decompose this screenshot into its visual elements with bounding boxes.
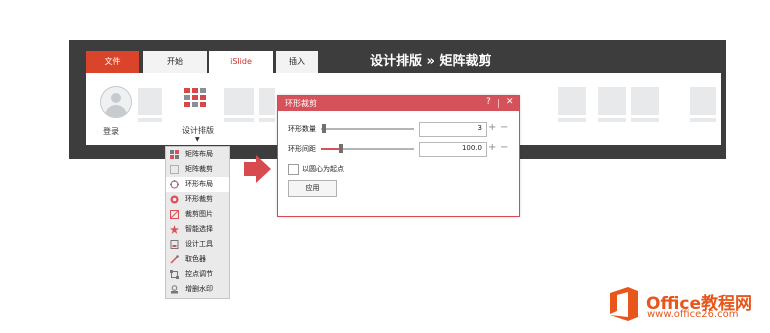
placeholder-block: [224, 88, 254, 115]
menu-item-ring-layout[interactable]: 环形布局: [166, 177, 229, 192]
close-icon[interactable]: ✕: [506, 97, 514, 107]
menu-item-label: 控点调节: [185, 270, 213, 278]
ring-spacing-slider-thumb[interactable]: [339, 144, 343, 153]
menu-item-color-picker[interactable]: 取色器: [166, 252, 229, 267]
ring-count-slider-thumb[interactable]: [322, 124, 326, 133]
ring-spacing-label: 环形间距: [288, 145, 316, 153]
placeholder-block: [598, 118, 626, 122]
ring-spacing-plus-icon[interactable]: +: [488, 143, 496, 153]
grid-cell: [200, 102, 206, 107]
menu-item-ring-crop[interactable]: 环形裁剪: [166, 192, 229, 207]
menu-item-label: 裁剪图片: [185, 210, 213, 218]
menu-item-grid-layout[interactable]: 矩阵布局: [166, 147, 229, 162]
menu-item-grid-crop[interactable]: 矩阵裁剪: [166, 162, 229, 177]
placeholder-block: [690, 87, 716, 115]
avatar-head: [111, 93, 121, 103]
ring-spacing-input[interactable]: 100.0: [419, 142, 487, 157]
ring-crop-icon: [170, 195, 179, 204]
handle-adjust-icon: [170, 270, 179, 279]
design-layout-menu: 矩阵布局 矩阵裁剪 环形布局 环形裁剪 裁剪图片 智能选择 设计工具 取色器 控…: [165, 146, 230, 299]
grid-cell: [192, 102, 198, 107]
menu-item-label: 矩阵裁剪: [185, 165, 213, 173]
placeholder-block: [598, 87, 626, 115]
ring-count-value: 3: [477, 124, 482, 132]
ring-count-minus-icon[interactable]: −: [500, 123, 508, 133]
placeholder-block: [259, 118, 275, 122]
placeholder-block: [690, 118, 716, 122]
help-icon[interactable]: ?: [486, 97, 491, 107]
design-layout-icon[interactable]: [184, 88, 212, 112]
menu-item-smart-select[interactable]: 智能选择: [166, 222, 229, 237]
smart-select-icon: [170, 225, 179, 234]
tab-insert[interactable]: 插入: [276, 51, 318, 73]
menu-item-label: 矩阵布局: [185, 150, 213, 158]
grid-layout-icon: [170, 150, 179, 159]
grid-cell: [184, 88, 190, 93]
login-label[interactable]: 登录: [103, 126, 119, 137]
grid-cell: [200, 88, 206, 93]
menu-item-label: 环形裁剪: [185, 195, 213, 203]
placeholder-block: [259, 88, 275, 115]
menu-item-label: 设计工具: [185, 240, 213, 248]
ring-spacing-minus-icon[interactable]: −: [500, 143, 508, 153]
menu-item-label: 环形布局: [185, 180, 213, 188]
menu-item-watermark[interactable]: 增删水印: [166, 282, 229, 297]
design-tools-icon: [170, 240, 179, 249]
ribbon-tabs: 文件 开始 iSlide 插入: [86, 51, 318, 75]
grid-cell: [184, 102, 190, 107]
page-title: 设计排版 » 矩阵裁剪: [370, 54, 492, 69]
menu-item-crop-image[interactable]: 裁剪图片: [166, 207, 229, 222]
tab-file[interactable]: 文件: [86, 51, 139, 73]
placeholder-block: [558, 87, 586, 115]
grid-crop-icon: [170, 165, 179, 174]
grid-cell: [200, 95, 206, 100]
placeholder-block: [631, 118, 659, 122]
chevron-down-icon[interactable]: ▼: [195, 136, 200, 143]
color-picker-icon: [170, 255, 179, 264]
office-logo-icon: [608, 286, 640, 322]
ring-count-plus-icon[interactable]: +: [488, 123, 496, 133]
placeholder-block: [138, 88, 162, 115]
watermark-icon: [170, 285, 179, 294]
login-avatar-icon[interactable]: [100, 86, 132, 118]
tab-start[interactable]: 开始: [143, 51, 207, 73]
ring-count-label: 环形数量: [288, 125, 316, 133]
menu-item-label: 智能选择: [185, 225, 213, 233]
placeholder-block: [224, 118, 254, 122]
menu-item-label: 取色器: [185, 255, 206, 263]
grid-cell: [184, 95, 190, 100]
start-from-center-checkbox[interactable]: [288, 164, 299, 175]
design-layout-label[interactable]: 设计排版: [182, 125, 214, 136]
arrow-head-icon: [256, 155, 271, 183]
placeholder-block: [631, 87, 659, 115]
titlebar-divider: [498, 99, 499, 108]
ring-spacing-slider-fill: [321, 148, 340, 150]
menu-item-design-tools[interactable]: 设计工具: [166, 237, 229, 252]
ring-count-input[interactable]: 3: [419, 122, 487, 137]
menu-item-label: 增删水印: [185, 285, 213, 293]
avatar-body: [105, 105, 127, 117]
crop-image-icon: [170, 210, 179, 219]
ring-spacing-value: 100.0: [461, 144, 482, 152]
grid-cell: [192, 88, 198, 93]
logo-url: www.office26.com: [647, 309, 739, 320]
placeholder-block: [558, 118, 586, 122]
start-from-center-label: 以圆心为起点: [302, 165, 344, 173]
ring-layout-icon: [170, 180, 179, 189]
placeholder-block: [138, 118, 162, 122]
tab-islide[interactable]: iSlide: [209, 51, 273, 75]
grid-cell: [192, 95, 198, 100]
ring-crop-dialog: 环形裁剪 ? ✕ 环形数量 3 + − 环形间距 100.0 + − 以圆心为起…: [277, 95, 520, 217]
dialog-title: 环形裁剪: [285, 99, 317, 108]
menu-item-handle-adjust[interactable]: 控点调节: [166, 267, 229, 282]
apply-button[interactable]: 应用: [288, 180, 337, 197]
ring-count-slider[interactable]: [321, 128, 414, 130]
